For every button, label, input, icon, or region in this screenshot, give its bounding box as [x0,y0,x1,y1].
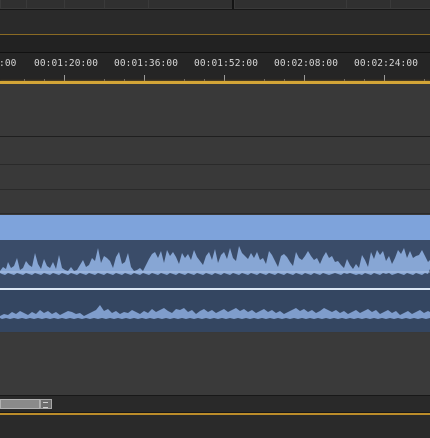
upper-panel-band [0,10,430,34]
time-label-2: 00:01:36:00 [114,58,179,69]
empty-track-area[interactable] [0,333,430,395]
grip-lines-icon [43,402,48,408]
horizontal-scrollbar[interactable] [0,395,430,413]
toolbar-segment-7[interactable] [346,0,392,9]
track-divider [0,136,430,137]
toolbar-segment-6[interactable] [234,0,348,9]
track-divider [0,164,430,165]
bottom-panel-band [0,415,430,438]
audio-clip-header[interactable] [0,215,430,240]
audio-waveform-channel-2 [0,290,430,332]
time-ruler[interactable]: :00 00:01:20:00 00:01:36:00 00:01:52:00 … [0,52,430,82]
timeline-navigator-band[interactable] [0,35,430,52]
toolbar-segment-5[interactable] [148,0,234,9]
toolbar-segment-1[interactable] [0,0,28,9]
audio-waveform-channel-1 [0,240,430,290]
scrollbar-thumb[interactable] [0,399,40,409]
time-label-1: 00:01:20:00 [34,58,99,69]
toolbar-segment-4[interactable] [104,0,150,9]
time-label-0: :00 [0,58,17,69]
top-toolbar [0,0,430,10]
time-label-4: 00:02:08:00 [274,58,339,69]
time-label-5: 00:02:24:00 [354,58,419,69]
time-label-3: 00:01:52:00 [194,58,259,69]
toolbar-segment-3[interactable] [64,0,106,9]
toolbar-segment-2[interactable] [26,0,66,9]
timeline-panel: :00 00:01:20:00 00:01:36:00 00:01:52:00 … [0,0,430,438]
toolbar-segment-8[interactable] [390,0,430,9]
track-divider [0,189,430,190]
track-divider [0,213,430,214]
